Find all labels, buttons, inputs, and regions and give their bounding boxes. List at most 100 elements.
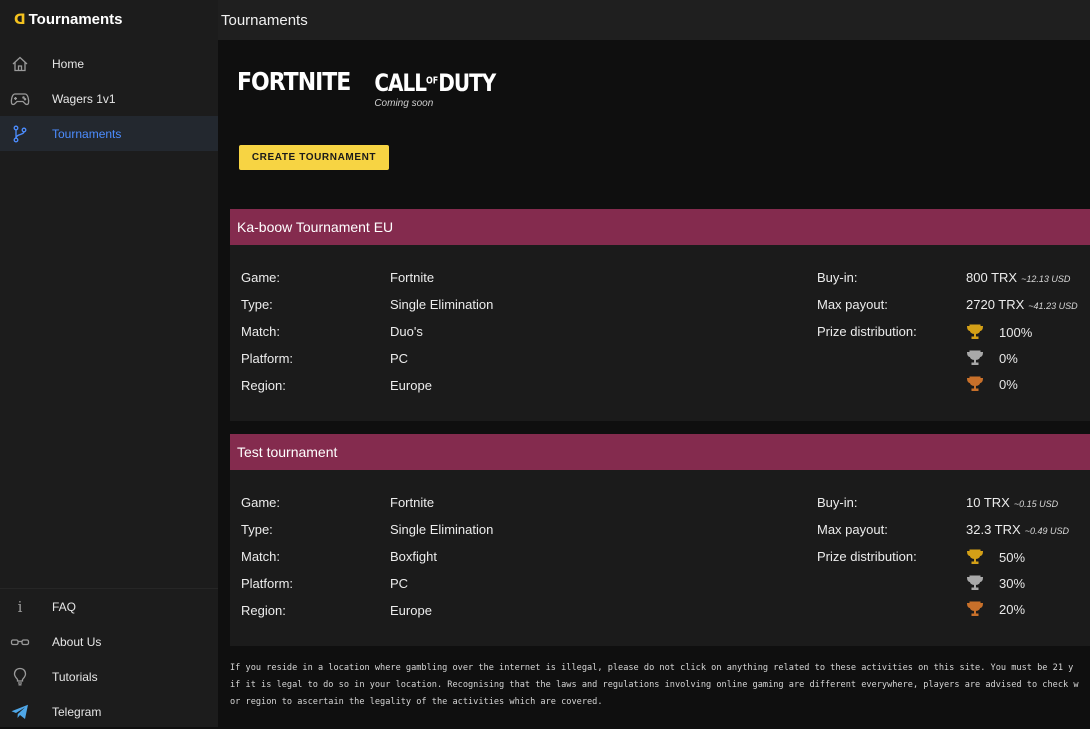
value-region: Europe xyxy=(390,603,432,618)
value-platform: PC xyxy=(390,351,409,366)
create-tournament-button[interactable]: CREATE TOURNAMENT xyxy=(239,145,389,170)
main-content: FORTNITE CALLOFDUTY Coming soon CREATE T… xyxy=(218,40,1090,727)
value-max-payout: 2720 TRX ~41.23 USD xyxy=(966,297,1078,312)
label-platform: Platform: xyxy=(241,576,294,591)
glasses-icon xyxy=(10,632,30,652)
value-type: Single Elimination xyxy=(390,522,494,537)
tournament-name[interactable]: Test tournament xyxy=(230,434,1090,470)
label-prize-distribution: Prize distribution: xyxy=(817,324,917,339)
silver-trophy-icon xyxy=(966,575,984,590)
cod-name: CALLOFDUTY xyxy=(374,68,496,97)
nav-label: Tutorials xyxy=(52,669,98,684)
label-buyin: Buy-in: xyxy=(817,495,858,510)
nav-item-wagers[interactable]: Wagers 1v1 xyxy=(0,81,218,116)
value-region: Europe xyxy=(390,378,432,393)
max-payout-trx: 2720 TRX xyxy=(966,297,1025,312)
label-platform: Platform: xyxy=(241,351,294,366)
label-match: Match: xyxy=(241,549,281,564)
call-of-duty-logo[interactable]: CALLOFDUTY Coming soon xyxy=(374,68,496,109)
home-icon xyxy=(10,54,30,74)
brand[interactable]: ᗡ Tournaments xyxy=(0,0,218,38)
label-prize-distribution: Prize distribution: xyxy=(817,549,917,564)
tournament-card[interactable]: Test tournament Game: Fortnite Type: Sin… xyxy=(230,434,1090,646)
label-type: Type: xyxy=(241,297,273,312)
header-bar: Tournaments xyxy=(218,0,1090,40)
prize-third: 0% xyxy=(966,376,1018,392)
disclaimer-line: or region to ascertain the legality of t… xyxy=(230,697,603,707)
nav-item-tournaments[interactable]: Tournaments xyxy=(0,116,218,151)
bronze-trophy-icon xyxy=(966,376,984,391)
nav-label: About Us xyxy=(52,634,102,649)
value-game: Fortnite xyxy=(390,270,435,285)
tournament-card[interactable]: Ka-boow Tournament EU Game: Fortnite Typ… xyxy=(230,209,1090,421)
prize-third-value: 0% xyxy=(999,376,1018,392)
label-game: Game: xyxy=(241,495,281,510)
disclaimer-line: If you reside in a location where gambli… xyxy=(230,663,1074,673)
silver-trophy-icon xyxy=(966,350,984,365)
disclaimer-line: if it is legal to do so in your location… xyxy=(230,680,1079,690)
value-platform: PC xyxy=(390,576,409,591)
branch-icon xyxy=(10,124,30,144)
max-payout-usd: ~41.23 USD xyxy=(1028,301,1078,311)
info-icon: i xyxy=(17,597,23,616)
nav-label: Telegram xyxy=(52,704,102,719)
nav-item-faq[interactable]: i FAQ xyxy=(0,589,218,624)
value-match: Boxfight xyxy=(390,549,437,564)
bronze-trophy-icon xyxy=(966,601,984,616)
prize-first: 50% xyxy=(966,549,1025,565)
prize-third-value: 20% xyxy=(999,601,1026,617)
game-selector: FORTNITE CALLOFDUTY Coming soon xyxy=(237,68,496,109)
max-payout-trx: 32.3 TRX xyxy=(966,522,1021,537)
cod-name-part: CALL xyxy=(374,68,427,97)
nav-bottom: i FAQ About Us Tutorials Telegram xyxy=(0,588,218,729)
value-match: Duo's xyxy=(390,324,423,339)
buyin-usd: ~12.13 USD xyxy=(1021,274,1071,284)
nav-label: FAQ xyxy=(52,599,77,614)
value-buyin: 800 TRX ~12.13 USD xyxy=(966,270,1070,285)
label-game: Game: xyxy=(241,270,281,285)
label-match: Match: xyxy=(241,324,281,339)
brand-logo-icon: ᗡ xyxy=(14,10,26,27)
cod-name-small: OF xyxy=(425,75,439,86)
nav-label: Wagers 1v1 xyxy=(52,91,116,106)
buyin-trx: 10 TRX xyxy=(966,495,1010,510)
nav-item-about[interactable]: About Us xyxy=(0,624,218,659)
brand-name: Tournaments xyxy=(28,10,123,28)
prize-second: 30% xyxy=(966,575,1025,591)
nav-top: Home Wagers 1v1 Tournaments xyxy=(0,46,218,151)
tournament-name[interactable]: Ka-boow Tournament EU xyxy=(230,209,1090,245)
lightbulb-icon xyxy=(10,667,30,687)
label-region: Region: xyxy=(241,603,286,618)
legal-disclaimer: If you reside in a location where gambli… xyxy=(230,660,1090,711)
gold-trophy-icon xyxy=(966,324,984,339)
value-buyin: 10 TRX ~0.15 USD xyxy=(966,495,1058,510)
nav-item-home[interactable]: Home xyxy=(0,46,218,81)
page-title: Tournaments xyxy=(221,11,308,29)
prize-first-value: 100% xyxy=(999,324,1033,340)
nav-label: Tournaments xyxy=(52,126,122,141)
label-max-payout: Max payout: xyxy=(817,297,888,312)
buyin-trx: 800 TRX xyxy=(966,270,1018,285)
nav-item-tutorials[interactable]: Tutorials xyxy=(0,659,218,694)
max-payout-usd: ~0.49 USD xyxy=(1024,526,1069,536)
prize-second: 0% xyxy=(966,350,1018,366)
coming-soon-label: Coming soon xyxy=(374,98,434,109)
value-max-payout: 32.3 TRX ~0.49 USD xyxy=(966,522,1069,537)
gamepad-icon xyxy=(10,89,30,109)
prize-second-value: 0% xyxy=(999,350,1018,366)
fortnite-logo[interactable]: FORTNITE xyxy=(237,68,351,97)
nav-item-telegram[interactable]: Telegram xyxy=(0,694,218,729)
buyin-usd: ~0.15 USD xyxy=(1013,499,1059,509)
prize-first: 100% xyxy=(966,324,1032,340)
telegram-icon xyxy=(10,702,30,722)
value-type: Single Elimination xyxy=(390,297,494,312)
label-type: Type: xyxy=(241,522,273,537)
prize-first-value: 50% xyxy=(999,549,1026,565)
nav-label: Home xyxy=(52,56,85,71)
label-buyin: Buy-in: xyxy=(817,270,858,285)
value-game: Fortnite xyxy=(390,495,435,510)
sidebar: ᗡ Tournaments Home Wagers 1v1 Tournament… xyxy=(0,0,218,727)
cod-name-end: DUTY xyxy=(438,68,496,97)
label-max-payout: Max payout: xyxy=(817,522,888,537)
label-region: Region: xyxy=(241,378,286,393)
